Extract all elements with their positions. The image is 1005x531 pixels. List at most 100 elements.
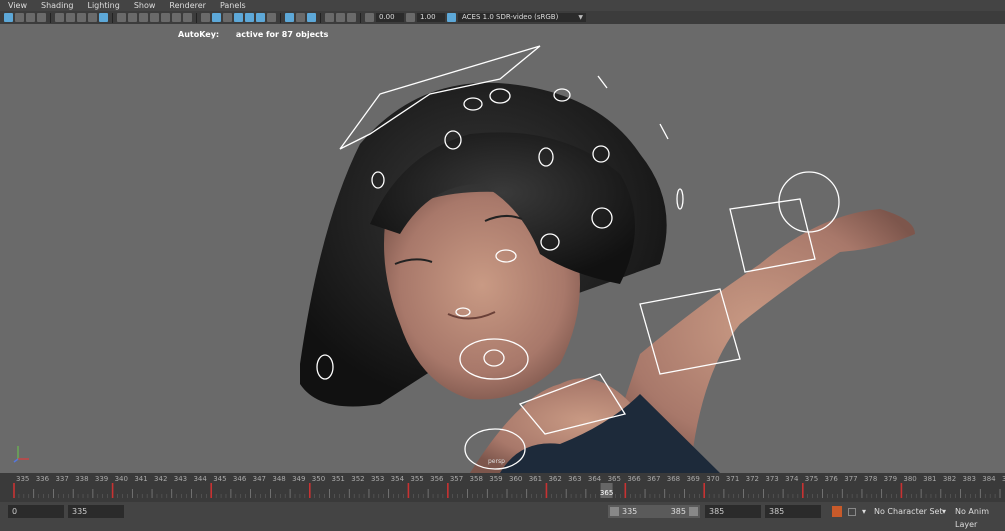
smooth-shade-icon[interactable]	[139, 13, 148, 22]
hud-icon[interactable]	[285, 13, 294, 22]
exposure-field[interactable]: 0.00	[376, 13, 404, 22]
wireframe-icon[interactable]	[128, 13, 137, 22]
motion-blur-icon[interactable]	[296, 13, 305, 22]
gate-mask-icon[interactable]	[77, 13, 86, 22]
frame-tick-label: 370	[706, 475, 720, 483]
frame-tick-label: 366	[627, 475, 641, 483]
gamma-icon[interactable]	[406, 13, 415, 22]
wireframe-on-shaded-icon[interactable]	[201, 13, 210, 22]
frame-tick-label: 380	[903, 475, 917, 483]
film-gate-icon[interactable]	[55, 13, 64, 22]
keyframe-marker[interactable]	[407, 483, 410, 498]
keyframe-marker[interactable]	[545, 483, 548, 498]
keyframe-marker[interactable]	[447, 483, 449, 498]
menu-lighting[interactable]: Lighting	[79, 0, 125, 11]
view-axis-icon	[13, 446, 29, 463]
xray-icon[interactable]	[212, 13, 221, 22]
camera-attributes-icon[interactable]	[15, 13, 24, 22]
character-render	[300, 45, 915, 473]
bookmark-icon[interactable]	[26, 13, 35, 22]
playback-start-field[interactable]: 335	[68, 505, 124, 518]
keyframe-marker[interactable]	[111, 483, 114, 498]
keyframe-marker[interactable]	[802, 483, 804, 498]
xray-joints-icon[interactable]	[223, 13, 232, 22]
shadows-icon[interactable]	[172, 13, 181, 22]
field-chart-icon[interactable]	[88, 13, 97, 22]
backface-culling-icon[interactable]	[234, 13, 243, 22]
multisample-icon[interactable]	[307, 13, 316, 22]
keyframe-marker[interactable]	[900, 483, 903, 498]
animation-end-field[interactable]: 385	[765, 505, 821, 518]
frame-tick-label: 381	[923, 475, 937, 483]
menu-shading[interactable]: Shading	[33, 0, 80, 11]
menu-view[interactable]: View	[0, 0, 33, 11]
keyframe-marker[interactable]	[309, 483, 311, 498]
frame-tick-label: 378	[863, 475, 878, 483]
frame-tick-label: 337	[55, 475, 69, 483]
character-set-dropdown[interactable]: No Character Set	[874, 505, 943, 518]
frame-tick-label: 367	[647, 475, 661, 483]
panel-menu-bar: View Shading Lighting Show Renderer Panels	[0, 0, 1005, 11]
textured-icon[interactable]	[150, 13, 159, 22]
frame-tick-label: 353	[370, 475, 385, 483]
camera-label: persp	[488, 458, 505, 465]
gamma-field[interactable]: 1.00	[417, 13, 445, 22]
chevron-down-icon[interactable]: ▾	[942, 505, 946, 518]
safe-action-icon[interactable]	[99, 13, 108, 22]
lighting-icon[interactable]	[161, 13, 170, 22]
frame-tick-label: 375	[804, 475, 819, 483]
frame-tick-label: 368	[666, 475, 681, 483]
keyframe-marker[interactable]	[624, 483, 627, 498]
move-icon[interactable]	[325, 13, 334, 22]
range-end-handle[interactable]	[689, 507, 698, 516]
frame-tick-label: 363	[568, 475, 582, 483]
antialias-icon[interactable]	[256, 13, 265, 22]
scale-icon[interactable]	[347, 13, 356, 22]
resolution-gate-icon[interactable]	[66, 13, 75, 22]
frame-tick-label: 350	[311, 475, 326, 483]
viewport-3d[interactable]: AutoKey: active for 87 objects persp	[0, 24, 1005, 473]
auto-key-icon[interactable]	[832, 506, 842, 517]
frame-tick-label: 382	[942, 475, 957, 483]
rotate-icon[interactable]	[336, 13, 345, 22]
grid-icon[interactable]	[117, 13, 126, 22]
frame-tick-label: 360	[509, 475, 523, 483]
frame-tick-label: 374	[785, 475, 799, 483]
frame-tick-label: 371	[725, 475, 740, 483]
time-slider[interactable]: 335 336 337 338 339 340 341 342 343 344 345 346 347 3…	[0, 473, 1005, 502]
range-slider-end: 385	[670, 507, 686, 516]
range-slider-start: 335	[622, 507, 638, 516]
frame-tick-label: 377	[844, 475, 858, 483]
anim-layer-dropdown[interactable]: No Anim Layer	[955, 505, 1005, 529]
isolate-select-icon[interactable]	[245, 13, 254, 22]
playback-end-field[interactable]: 385	[705, 505, 761, 518]
select-camera-icon[interactable]	[4, 13, 13, 22]
frame-tick-label: 341	[134, 475, 148, 483]
keyframe-marker[interactable]	[210, 483, 212, 498]
time-slider-ruler[interactable]: 365	[0, 483, 1005, 498]
chevron-down-icon[interactable]: ▾	[862, 505, 866, 518]
animation-start-field[interactable]: 0	[8, 505, 64, 518]
frame-tick-label: 349	[292, 475, 306, 483]
range-slider[interactable]: 335 385	[608, 505, 700, 518]
frame-tick-label: 358	[469, 475, 483, 483]
depth-of-field-icon[interactable]	[267, 13, 276, 22]
frame-tick-label: 383	[962, 475, 976, 483]
menu-renderer[interactable]: Renderer	[161, 0, 212, 11]
frame-tick-label: 345	[213, 475, 227, 483]
frame-tick-label: 357	[449, 475, 464, 483]
screen-space-ao-icon[interactable]	[183, 13, 192, 22]
range-slider-bar: 0 335 335 385 385 385 ▾ No Character Set…	[0, 502, 1005, 529]
range-start-handle[interactable]	[610, 507, 619, 516]
menu-show[interactable]: Show	[126, 0, 162, 11]
color-management-icon[interactable]	[447, 13, 456, 22]
view-transform-dropdown[interactable]: ACES 1.0 SDR-video (sRGB) ▼	[458, 13, 586, 22]
image-plane-icon[interactable]	[37, 13, 46, 22]
exposure-icon[interactable]	[365, 13, 374, 22]
frame-tick-label: 347	[252, 475, 266, 483]
keyframe-marker[interactable]	[13, 483, 15, 498]
keyframe-marker[interactable]	[703, 483, 705, 498]
menu-panels[interactable]: Panels	[212, 0, 252, 11]
autokey-status: AutoKey: active for 87 objects	[178, 30, 328, 39]
anim-prefs-icon[interactable]	[848, 508, 856, 516]
